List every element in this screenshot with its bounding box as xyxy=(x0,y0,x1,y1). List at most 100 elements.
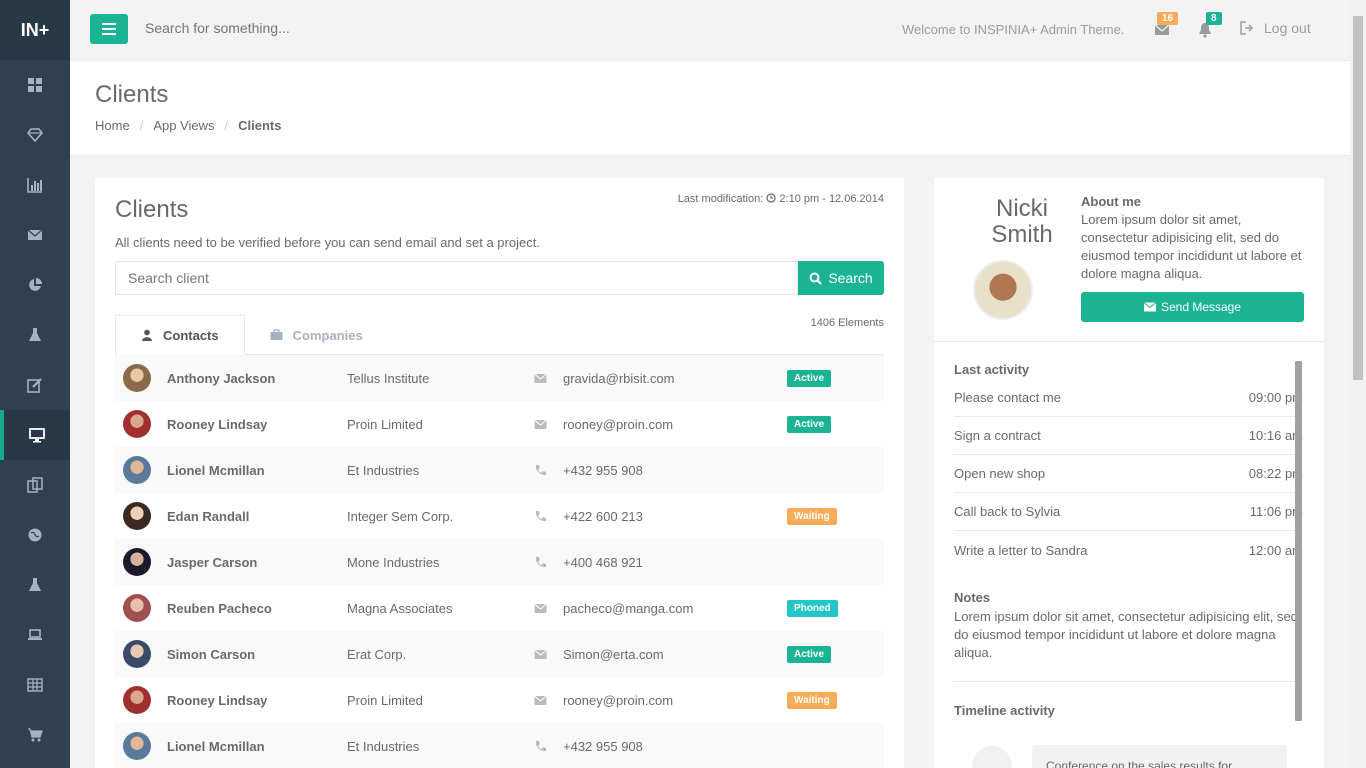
table-row[interactable]: Rooney Lindsay Proin Limited rooney@proi… xyxy=(115,677,884,723)
table-row[interactable]: Anthony Jackson Tellus Institute gravida… xyxy=(115,355,884,401)
alert-count-badge: 8 xyxy=(1206,12,1222,25)
client-contact[interactable]: +422 600 213 xyxy=(563,509,643,524)
status-badge: Active xyxy=(787,645,832,663)
client-contact[interactable]: pacheco@manga.com xyxy=(563,601,693,616)
client-name[interactable]: Lionel Mcmillan xyxy=(167,739,265,754)
breadcrumb-separator: / xyxy=(139,118,144,133)
table-icon xyxy=(27,678,43,692)
logout-link[interactable]: Log out xyxy=(1240,20,1311,36)
breadcrumb-home[interactable]: Home xyxy=(95,118,130,133)
phone-icon xyxy=(536,556,546,567)
client-contact[interactable]: +432 955 908 xyxy=(563,463,643,478)
page-title: Clients xyxy=(95,81,169,108)
client-company: Magna Associates xyxy=(347,600,453,616)
timeline-title: Timeline activity xyxy=(954,703,1055,718)
activity-item: Write a letter to Sandra 12:00 am xyxy=(954,531,1303,569)
avatar xyxy=(123,502,151,530)
client-name[interactable]: Edan Randall xyxy=(167,509,249,524)
envelope-icon xyxy=(534,373,547,383)
page-scrollbar[interactable] xyxy=(1350,0,1366,768)
send-message-button[interactable]: Send Message xyxy=(1081,292,1304,322)
pie-chart-icon xyxy=(29,278,42,291)
tab-contacts[interactable]: Contacts xyxy=(115,315,245,355)
nav-miscellaneous[interactable] xyxy=(0,510,70,560)
nav-widgets[interactable] xyxy=(0,310,70,360)
client-name[interactable]: Lionel Mcmillan xyxy=(167,463,265,478)
envelope-icon xyxy=(534,649,547,659)
nav-other-pages[interactable] xyxy=(0,460,70,510)
sign-out-icon xyxy=(1240,21,1254,35)
top-search-input[interactable] xyxy=(145,20,445,36)
activity-label: Open new shop xyxy=(954,466,1046,481)
table-row[interactable]: Simon Carson Erat Corp. Simon@erta.com A… xyxy=(115,631,884,677)
avatar xyxy=(123,410,151,438)
avatar xyxy=(123,686,151,714)
nav-forms[interactable] xyxy=(0,360,70,410)
client-contact[interactable]: Simon@erta.com xyxy=(563,647,664,662)
nav-app-views[interactable] xyxy=(0,410,70,460)
files-icon xyxy=(27,477,43,493)
table-row[interactable]: Edan Randall Integer Sem Corp. +422 600 … xyxy=(115,493,884,539)
phone-icon xyxy=(536,740,546,751)
breadcrumb-app-views[interactable]: App Views xyxy=(153,118,214,133)
avatar xyxy=(123,364,151,392)
client-contact[interactable]: gravida@rbisit.com xyxy=(563,371,674,386)
client-contact[interactable]: +400 468 921 xyxy=(563,555,643,570)
cart-icon xyxy=(28,728,43,742)
client-search-button[interactable]: Search xyxy=(798,261,884,295)
client-contact[interactable]: rooney@proin.com xyxy=(563,693,673,708)
edit-icon xyxy=(27,378,42,393)
client-name[interactable]: Reuben Pacheco xyxy=(167,601,272,616)
page-scrollbar-thumb[interactable] xyxy=(1353,16,1363,380)
nav-grid[interactable] xyxy=(0,610,70,660)
nav-tables[interactable] xyxy=(0,660,70,710)
breadcrumb-separator: / xyxy=(224,118,229,133)
client-search-input[interactable] xyxy=(115,261,798,295)
mail-count-badge: 16 xyxy=(1157,12,1179,25)
nav-ecommerce[interactable] xyxy=(0,710,70,760)
status-badge: Waiting xyxy=(787,507,837,525)
profile-scrollbar[interactable] xyxy=(1295,361,1302,721)
nav-graphs[interactable] xyxy=(0,160,70,210)
sidebar: IN+ xyxy=(0,0,70,768)
envelope-icon xyxy=(1143,302,1156,312)
avatar xyxy=(123,640,151,668)
table-row[interactable]: Lionel Mcmillan Et Industries +432 955 9… xyxy=(115,723,884,768)
table-row[interactable]: Reuben Pacheco Magna Associates pacheco@… xyxy=(115,585,884,631)
timeline-item: Conference on the sales results for xyxy=(1032,745,1287,768)
divider xyxy=(934,341,1324,342)
client-search: Search xyxy=(115,261,884,295)
last-mod-value: 2:10 pm - 12.06.2014 xyxy=(779,193,884,205)
top-navbar: Welcome to INSPINIA+ Admin Theme. 16 8 L… xyxy=(70,0,1350,61)
nav-ui-elements[interactable] xyxy=(0,560,70,610)
welcome-message: Welcome to INSPINIA+ Admin Theme. xyxy=(902,22,1125,37)
menu-toggle-button[interactable] xyxy=(90,14,128,44)
clients-title: Clients xyxy=(115,196,189,223)
breadcrumb: Home / App Views / Clients xyxy=(95,118,281,133)
nav-layouts[interactable] xyxy=(0,110,70,160)
client-name[interactable]: Simon Carson xyxy=(167,647,255,662)
table-row[interactable]: Lionel Mcmillan Et Industries +432 955 9… xyxy=(115,447,884,493)
nav-mailbox[interactable] xyxy=(0,210,70,260)
clock-icon xyxy=(766,193,776,203)
avatar xyxy=(123,456,151,484)
client-name[interactable]: Rooney Lindsay xyxy=(167,417,267,432)
table-row[interactable]: Jasper Carson Mone Industries +400 468 9… xyxy=(115,539,884,585)
globe-icon xyxy=(28,528,42,542)
phone-icon xyxy=(536,464,546,475)
client-name[interactable]: Jasper Carson xyxy=(167,555,257,570)
table-row[interactable]: Rooney Lindsay Proin Limited rooney@proi… xyxy=(115,401,884,447)
client-company: Mone Industries xyxy=(347,554,440,570)
client-name[interactable]: Rooney Lindsay xyxy=(167,693,267,708)
client-contact[interactable]: +432 955 908 xyxy=(563,739,643,754)
notes-text: Lorem ipsum dolor sit amet, consectetur … xyxy=(954,609,1298,660)
app-logo[interactable]: IN+ xyxy=(0,0,70,60)
client-contact[interactable]: rooney@proin.com xyxy=(563,417,673,432)
tab-companies[interactable]: Companies xyxy=(245,315,388,355)
tab-contacts-label: Contacts xyxy=(163,327,219,343)
nav-metrics[interactable] xyxy=(0,260,70,310)
client-name[interactable]: Anthony Jackson xyxy=(167,371,275,386)
nav-dashboard[interactable] xyxy=(0,60,70,110)
profile-last-name: Smith xyxy=(991,221,1053,248)
client-company: Integer Sem Corp. xyxy=(347,508,454,524)
